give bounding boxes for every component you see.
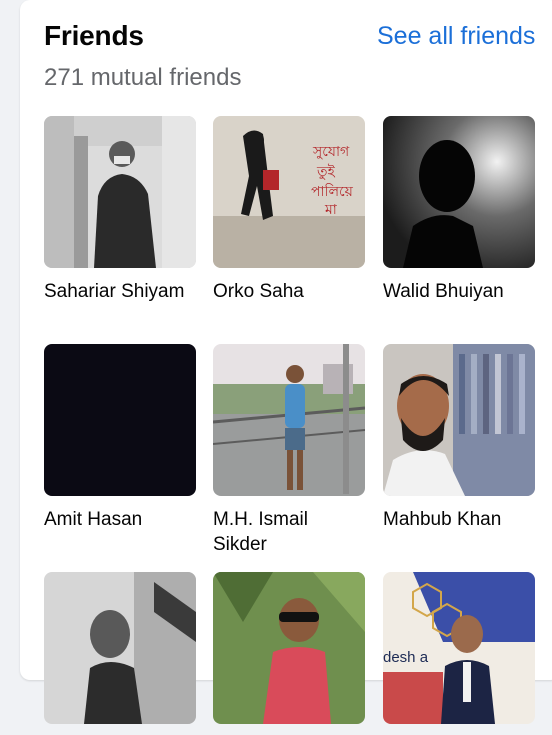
friend-photo[interactable] (44, 116, 196, 268)
svg-text:পালিয়ে: পালিয়ে (311, 183, 354, 200)
friend-card[interactable]: M.H. Ismail Sikder (213, 344, 365, 557)
friend-name[interactable]: Mahbub Khan (383, 507, 535, 532)
friend-card[interactable]: Sahariar Shiyam (44, 116, 196, 304)
svg-text:তুই: তুই (316, 163, 336, 180)
svg-text:desh a: desh a (383, 649, 429, 666)
friend-name[interactable]: Sahariar Shiyam (44, 279, 196, 304)
friend-photo[interactable]: desh a (383, 572, 535, 724)
section-title: Friends (44, 20, 144, 51)
see-all-friends-link[interactable]: See all friends (377, 22, 535, 51)
friend-card[interactable]: সুযোগ তুই পালিয়ে মা Orko Saha (213, 116, 365, 304)
friend-name[interactable]: Amit Hasan (44, 507, 196, 532)
friend-photo[interactable] (383, 344, 535, 496)
mutual-friends-count: 271 mutual friends (44, 64, 242, 91)
friend-card[interactable]: desh a (383, 572, 535, 735)
svg-text:সুযোগ: সুযোগ (312, 144, 350, 160)
friend-photo[interactable] (44, 572, 196, 724)
friend-photo[interactable]: সুযোগ তুই পালিয়ে মা (213, 116, 365, 268)
friend-photo[interactable] (213, 344, 365, 496)
friend-card[interactable]: Walid Bhuiyan (383, 116, 535, 304)
friend-card[interactable]: Mahbub Khan (383, 344, 535, 532)
friends-card: Friends See all friends 271 mutual frien… (20, 0, 552, 724)
friend-photo[interactable] (213, 572, 365, 724)
friend-card[interactable] (213, 572, 365, 735)
friend-photo[interactable] (383, 116, 535, 268)
friend-photo[interactable] (44, 344, 196, 496)
friend-name[interactable]: M.H. Ismail Sikder (213, 507, 365, 557)
friend-name[interactable]: Walid Bhuiyan (383, 279, 535, 304)
friend-name[interactable]: Orko Saha (213, 279, 365, 304)
svg-text:মা: মা (324, 202, 338, 218)
friend-card[interactable]: Amit Hasan (44, 344, 196, 532)
friend-card[interactable] (44, 572, 196, 735)
